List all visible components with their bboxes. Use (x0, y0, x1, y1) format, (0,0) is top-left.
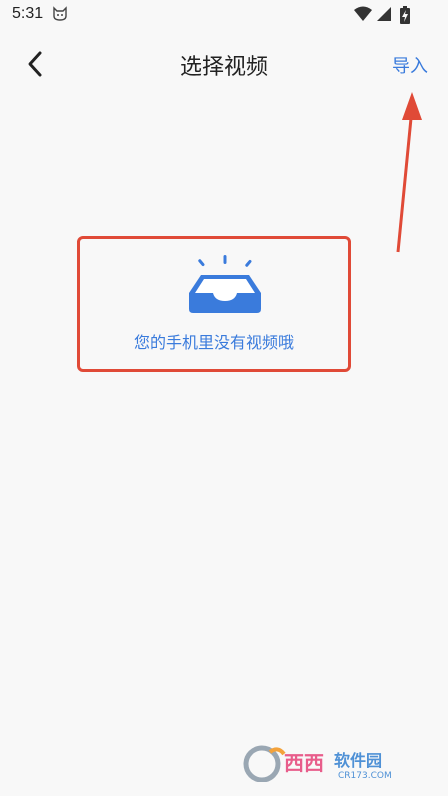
page-title: 选择视频 (179, 55, 268, 80)
status-time: 5:31 (12, 5, 44, 22)
empty-message: 您的手机里没有视频哦 (133, 333, 294, 352)
wifi-icon (354, 6, 372, 21)
svg-text:软件园: 软件园 (334, 751, 382, 770)
cellular-signal-icon (377, 7, 391, 21)
cat-icon (53, 6, 67, 21)
watermark-logo: 西西 软件园 CR173.COM (242, 742, 432, 782)
app-bar: 选择视频 导入 (0, 32, 448, 96)
annotation-arrow (396, 92, 422, 253)
battery-charging-icon (400, 6, 410, 24)
svg-text:西西: 西西 (284, 751, 324, 775)
empty-inbox-icon (189, 255, 261, 313)
empty-state-highlight: 您的手机里没有视频哦 (77, 236, 351, 372)
status-bar: 5:31 (0, 0, 448, 32)
svg-text:CR173.COM: CR173.COM (338, 771, 392, 781)
import-button[interactable]: 导入 (392, 52, 428, 78)
